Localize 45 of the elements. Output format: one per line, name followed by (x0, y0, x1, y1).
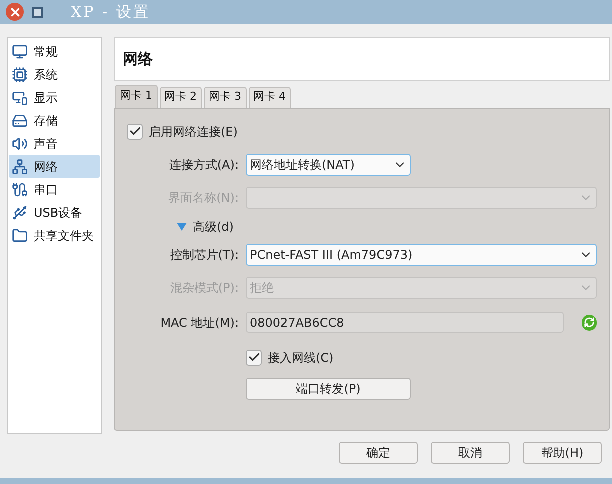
network-icon (12, 158, 28, 174)
page-header: 网络 (114, 37, 610, 81)
tab[interactable]: 网卡 2 (160, 86, 202, 108)
sidebar-item[interactable]: 串口 (9, 178, 100, 201)
dialog-button[interactable]: 取消 (431, 442, 510, 464)
tab[interactable]: 网卡 1 (115, 84, 158, 108)
checkbox-label: 启用网络连接(E) (149, 124, 238, 141)
window-title: XP - 设置 (71, 2, 150, 23)
field-label: 混杂模式(P): (170, 280, 239, 297)
checkbox-label: 接入网线(C) (268, 350, 334, 367)
sidebar-item[interactable]: 存储 (9, 109, 100, 132)
dropdown[interactable]: PCnet-FAST III (Am79C973) (246, 244, 597, 266)
sidebar-item[interactable]: 系统 (9, 63, 100, 86)
tab[interactable]: 网卡 4 (248, 86, 291, 108)
sidebar-item[interactable]: 共享文件夹 (9, 224, 100, 247)
folder-icon (12, 228, 28, 244)
port-forwarding-button[interactable]: 端口转发(P) (246, 378, 411, 400)
speaker-icon (12, 136, 28, 152)
maximize-button[interactable] (32, 6, 43, 18)
field-label: 界面名称(N): (168, 190, 239, 207)
dropdown[interactable]: 网络地址转换(NAT) (246, 154, 411, 176)
sidebar-item[interactable]: 常规 (9, 40, 100, 63)
mac-address-field[interactable]: 080027AB6CC8 (246, 312, 564, 334)
close-icon (8, 6, 22, 18)
chip-icon (12, 66, 28, 82)
expander-label: 高级(d) (193, 218, 234, 236)
field-label: 控制芯片(T): (170, 246, 239, 264)
monitor-icon (12, 44, 28, 60)
sidebar-item[interactable]: 显示 (9, 86, 100, 109)
sidebar-item[interactable]: 声音 (9, 132, 100, 155)
sidebar-item[interactable]: 网络 (9, 155, 100, 178)
dialog-button[interactable]: 帮助(H) (523, 442, 602, 464)
sidebar-item[interactable]: USB设备 (9, 201, 100, 224)
refresh-icon[interactable] (582, 314, 597, 331)
tab[interactable]: 网卡 3 (204, 86, 246, 108)
field-label: 连接方式(A): (169, 156, 239, 174)
field-label: MAC 地址(M): (160, 314, 239, 332)
dialog-button[interactable]: 确定 (339, 442, 418, 464)
checkbox[interactable] (127, 124, 143, 140)
expander-arrow-icon[interactable] (177, 222, 187, 231)
usb-icon (12, 204, 28, 220)
checkbox[interactable] (246, 350, 262, 366)
display-icon (12, 90, 28, 106)
close-button[interactable] (6, 3, 24, 21)
cable-icon (12, 182, 28, 198)
